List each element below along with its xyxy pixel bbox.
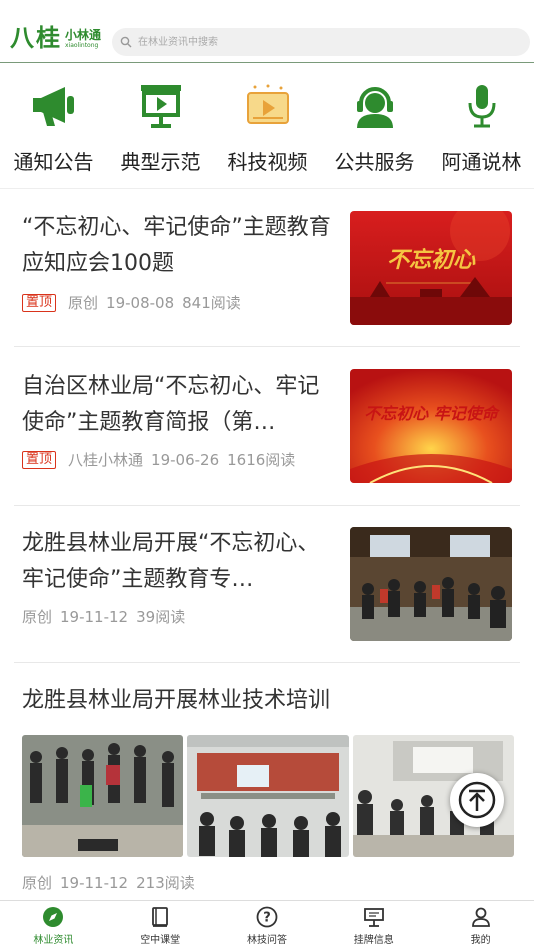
category-nav: 通知公告 典型示范 科技视频 公共服务 阿通说林 — [0, 62, 534, 189]
logo-main: 八桂 — [10, 23, 62, 52]
article-reads: 39阅读 — [136, 608, 186, 626]
category-label: 典型示范 — [120, 150, 201, 174]
question-icon: ? — [256, 906, 278, 928]
article-reads: 1616阅读 — [227, 451, 296, 469]
article-source: 原创 — [22, 608, 53, 626]
svg-text:?: ? — [263, 911, 271, 926]
category-atong-talk[interactable]: 阿通说林 — [428, 80, 534, 175]
category-label: 通知公告 — [13, 150, 94, 174]
category-notices[interactable]: 通知公告 — [0, 80, 107, 175]
customer-service-icon — [356, 87, 393, 128]
back-to-top-button[interactable] — [450, 773, 504, 827]
category-label: 公共服务 — [334, 150, 415, 174]
logo-pinyin: xiaolintong — [65, 42, 99, 49]
article-thumbnail: 不忘初心 — [350, 211, 512, 325]
tab-label: 林业资讯 — [33, 935, 74, 946]
article-meta: 原创 19-11-12 39阅读 — [22, 606, 185, 627]
search-input[interactable] — [136, 35, 500, 49]
article-image-gallery — [22, 735, 514, 857]
article-date: 19-11-12 — [60, 607, 129, 626]
article-item[interactable]: “不忘初心、牢记使命”主题教育 应知应会100题 置顶 原创 19-08-08 … — [14, 190, 520, 347]
article-reads: 213阅读 — [136, 874, 195, 892]
article-source: 原创 — [68, 294, 99, 312]
tab-mine[interactable]: 我的 — [427, 901, 534, 951]
tab-label: 林技问答 — [246, 935, 287, 946]
article-title: 龙胜县林业局开展“不忘初心、牢记使命”主题教育专… — [22, 531, 320, 592]
article-thumbnail: 不忘初心 牢记使命 — [350, 369, 512, 483]
presentation-board-icon — [140, 85, 181, 128]
search-bar[interactable] — [112, 28, 530, 56]
user-icon — [471, 907, 490, 927]
tab-label: 挂牌信息 — [353, 935, 394, 946]
microphone-icon — [468, 85, 495, 128]
signboard-icon — [363, 908, 384, 927]
tab-label: 空中课堂 — [140, 935, 181, 946]
tab-label: 我的 — [470, 935, 491, 946]
article-meta: 原创 19-11-12 213阅读 — [22, 872, 195, 893]
article-title: “不忘初心、牢记使命”主题教育 应知应会100题 — [22, 215, 331, 276]
category-demos[interactable]: 典型示范 — [107, 80, 214, 175]
article-date: 19-11-12 — [60, 873, 129, 892]
logo-sub: 小林通 — [65, 28, 102, 42]
article-title: 龙胜县林业局开展林业技术培训 — [22, 688, 331, 713]
article-thumbnail — [350, 527, 512, 641]
app-header: 八桂 小林通 xiaolintong — [0, 0, 534, 63]
compass-icon — [43, 907, 64, 927]
article-source: 原创 — [22, 874, 53, 892]
article-date: 19-08-08 — [106, 293, 175, 312]
bottom-tab-bar: 林业资讯 空中课堂 ? 林技问答 挂牌信息 我的 — [0, 900, 534, 951]
article-meta: 置顶 八桂小林通 19-06-26 1616阅读 — [22, 449, 295, 470]
article-date: 19-06-26 — [151, 450, 220, 469]
category-tech-videos[interactable]: 科技视频 — [214, 80, 321, 175]
thumb-text: 不忘初心 牢记使命 — [364, 404, 501, 423]
pinned-badge: 置顶 — [22, 293, 57, 312]
gallery-photo — [187, 735, 349, 857]
article-item[interactable]: 龙胜县林业局开展“不忘初心、牢记使命”主题教育专… 原创 19-11-12 39… — [14, 506, 520, 663]
category-public-service[interactable]: 公共服务 — [321, 80, 428, 175]
article-item[interactable]: 自治区林业局“不忘初心、牢记使命”主题教育简报（第… 置顶 八桂小林通 19-0… — [14, 347, 520, 506]
video-icon — [246, 84, 289, 124]
article-meta: 置顶 原创 19-08-08 841阅读 — [22, 292, 241, 313]
article-title: 自治区林业局“不忘初心、牢记使命”主题教育简报（第… — [22, 374, 320, 435]
tab-forestry-qa[interactable]: ? 林技问答 — [214, 901, 321, 951]
megaphone-icon — [32, 87, 74, 126]
tab-listing-info[interactable]: 挂牌信息 — [320, 901, 427, 951]
book-icon — [152, 907, 169, 927]
arrow-up-icon — [458, 781, 496, 819]
article-reads: 841阅读 — [182, 294, 241, 312]
tab-air-classroom[interactable]: 空中课堂 — [107, 901, 214, 951]
thumb-text: 不忘初心 — [387, 247, 476, 273]
search-icon — [120, 36, 132, 48]
gallery-photo — [22, 735, 184, 857]
pinned-badge: 置顶 — [22, 450, 57, 469]
category-label: 科技视频 — [227, 150, 308, 174]
article-source: 八桂小林通 — [68, 451, 144, 469]
app-logo: 八桂 小林通 xiaolintong — [10, 26, 101, 50]
category-label: 阿通说林 — [441, 150, 522, 174]
tab-forestry-news[interactable]: 林业资讯 — [0, 901, 107, 951]
